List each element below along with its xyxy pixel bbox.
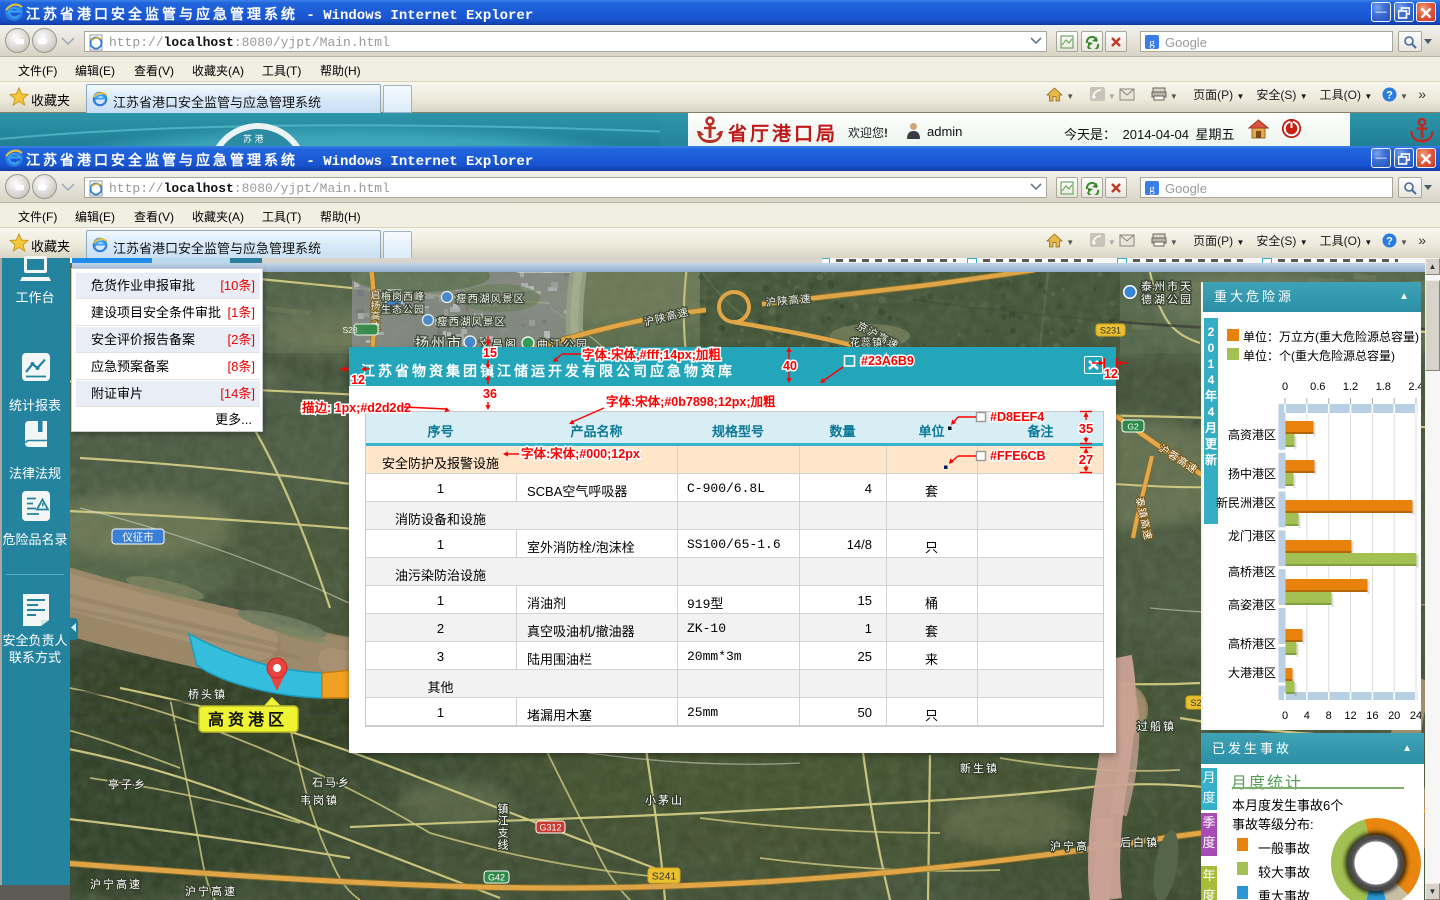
svg-text:15: 15 xyxy=(483,346,497,360)
svg-text:#23A6B9: #23A6B9 xyxy=(861,354,914,368)
svg-text:#D8EEF4: #D8EEF4 xyxy=(990,410,1044,424)
svg-text:字体:宋体,#fff;14px;加粗: 字体:宋体,#fff;14px;加粗 xyxy=(582,347,721,362)
svg-text:27: 27 xyxy=(1079,452,1093,467)
svg-text:12: 12 xyxy=(1104,367,1118,381)
svg-text:g: g xyxy=(1149,37,1155,49)
svg-text:字体:宋体;#000;12px: 字体:宋体;#000;12px xyxy=(521,446,640,461)
svg-text:苏 港: 苏 港 xyxy=(243,133,264,144)
svg-text:字体:宋体;#0b7898;12px;加粗: 字体:宋体;#0b7898;12px;加粗 xyxy=(606,394,776,409)
svg-text:?: ? xyxy=(1386,90,1393,102)
svg-text:36: 36 xyxy=(483,387,497,401)
svg-text:40: 40 xyxy=(783,359,797,373)
svg-text:35: 35 xyxy=(1079,421,1093,436)
svg-text:12: 12 xyxy=(351,373,365,387)
svg-text:描边: 1px;#d2d2d2: 描边: 1px;#d2d2d2 xyxy=(302,400,411,415)
svg-text:#FFE6CB: #FFE6CB xyxy=(990,449,1046,463)
